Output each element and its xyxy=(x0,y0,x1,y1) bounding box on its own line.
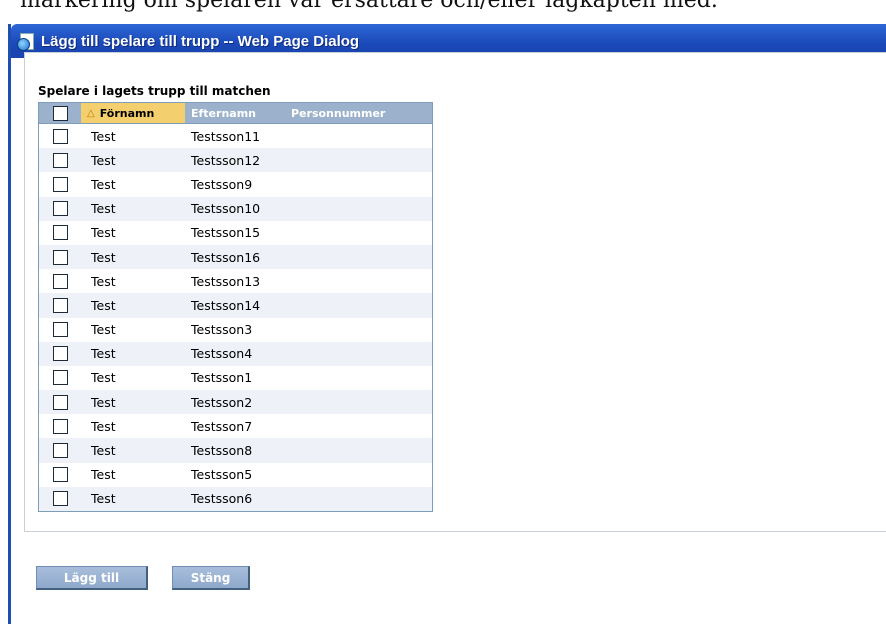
row-checkbox-cell xyxy=(39,418,81,434)
first-name-cell: Test xyxy=(91,443,116,459)
first-name-cell: Test xyxy=(91,346,116,362)
first-name-cell: Test xyxy=(91,225,116,241)
table-row[interactable]: Test Testsson6 xyxy=(39,486,432,511)
row-checkbox-cell xyxy=(39,467,81,483)
first-name-cell: Test xyxy=(91,249,116,265)
column-label-last-name: Efternamn xyxy=(191,106,256,120)
table-row[interactable]: Test Testsson3 xyxy=(39,318,432,342)
table-row[interactable]: Test Testsson15 xyxy=(39,221,432,245)
table-row[interactable]: Test Testsson13 xyxy=(39,269,432,293)
row-checkbox[interactable] xyxy=(52,370,68,386)
table-row[interactable]: Test Testsson16 xyxy=(39,244,432,270)
select-all-checkbox[interactable] xyxy=(52,105,68,121)
document-text: markering om spelaren var ersättare och/… xyxy=(20,0,718,13)
row-checkbox[interactable] xyxy=(52,491,68,507)
last-name-cell: Testsson4 xyxy=(191,346,253,362)
grid-header: △ Förnamn Efternamn Personnummer xyxy=(39,103,432,124)
table-row[interactable]: Test Testsson5 xyxy=(39,463,432,487)
row-checkbox[interactable] xyxy=(52,273,68,289)
row-checkbox[interactable] xyxy=(52,152,68,168)
table-row[interactable]: Test Testsson4 xyxy=(39,341,432,366)
row-checkbox[interactable] xyxy=(52,467,68,483)
first-name-cell: Test xyxy=(91,273,116,289)
table-row[interactable]: Test Testsson11 xyxy=(39,124,432,148)
column-header-last-name[interactable]: Efternamn xyxy=(185,103,287,123)
first-name-cell: Test xyxy=(91,394,116,410)
table-row[interactable]: Test Testsson7 xyxy=(39,414,432,438)
first-name-cell: Test xyxy=(91,370,116,386)
section-label: Spelare i lagets trupp till matchen xyxy=(38,84,271,98)
column-label-first-name: Förnamn xyxy=(99,106,155,120)
row-checkbox-cell xyxy=(39,201,81,217)
row-checkbox-cell xyxy=(39,225,81,241)
column-header-personnummer[interactable]: Personnummer xyxy=(287,103,432,123)
row-checkbox-cell xyxy=(39,394,81,410)
last-name-cell: Testsson2 xyxy=(191,394,253,410)
table-row[interactable]: Test Testsson14 xyxy=(39,293,432,318)
row-checkbox-cell xyxy=(39,443,81,459)
row-checkbox[interactable] xyxy=(52,201,68,217)
row-checkbox[interactable] xyxy=(52,394,68,410)
column-header-first-name[interactable]: △ Förnamn xyxy=(81,103,185,123)
row-checkbox-cell xyxy=(39,128,81,144)
row-checkbox[interactable] xyxy=(52,322,68,338)
first-name-cell: Test xyxy=(91,201,116,217)
row-checkbox-cell xyxy=(39,346,81,362)
last-name-cell: Testsson3 xyxy=(191,322,253,338)
row-checkbox-cell xyxy=(39,273,81,289)
last-name-cell: Testsson12 xyxy=(191,152,261,168)
grid-body: Test Testsson11 Test Testsson12 Test Testsson… xyxy=(39,124,432,511)
table-row[interactable]: Test Testsson8 xyxy=(39,438,432,463)
row-checkbox-cell xyxy=(39,249,81,265)
last-name-cell: Testsson7 xyxy=(191,418,253,434)
add-button[interactable]: Lägg till xyxy=(36,566,148,590)
last-name-cell: Testsson13 xyxy=(191,273,261,289)
last-name-cell: Testsson10 xyxy=(191,201,261,217)
table-row[interactable]: Test Testsson10 xyxy=(39,196,432,221)
row-checkbox-cell xyxy=(39,370,81,386)
table-row[interactable]: Test Testsson1 xyxy=(39,366,432,390)
first-name-cell: Test xyxy=(91,152,116,168)
row-checkbox[interactable] xyxy=(52,418,68,434)
row-checkbox[interactable] xyxy=(52,346,68,362)
window-title: Lägg till spelare till trupp -- Web Page… xyxy=(41,32,360,50)
row-checkbox-cell xyxy=(39,322,81,338)
last-name-cell: Testsson1 xyxy=(191,370,253,386)
last-name-cell: Testsson8 xyxy=(191,443,253,459)
last-name-cell: Testsson14 xyxy=(191,297,261,313)
last-name-cell: Testsson9 xyxy=(191,176,253,192)
table-row[interactable]: Test Testsson12 xyxy=(39,148,432,173)
last-name-cell: Testsson11 xyxy=(191,128,261,144)
table-row[interactable]: Test Testsson2 xyxy=(39,390,432,415)
row-checkbox-cell xyxy=(39,297,81,313)
row-checkbox-cell xyxy=(39,152,81,168)
last-name-cell: Testsson6 xyxy=(191,491,253,507)
row-checkbox[interactable] xyxy=(52,249,68,265)
web-page-icon xyxy=(17,33,35,51)
first-name-cell: Test xyxy=(91,128,116,144)
first-name-cell: Test xyxy=(91,176,116,192)
last-name-cell: Testsson5 xyxy=(191,467,253,483)
column-label-personnummer: Personnummer xyxy=(291,106,386,120)
first-name-cell: Test xyxy=(91,418,116,434)
row-checkbox[interactable] xyxy=(52,297,68,313)
row-checkbox[interactable] xyxy=(52,443,68,459)
table-row[interactable]: Test Testsson9 xyxy=(39,172,432,196)
row-checkbox[interactable] xyxy=(52,128,68,144)
sort-ascending-icon: △ xyxy=(87,107,95,119)
row-checkbox-cell xyxy=(39,176,81,192)
close-button[interactable]: Stäng xyxy=(172,566,250,590)
row-checkbox[interactable] xyxy=(52,176,68,192)
select-all-cell xyxy=(39,103,81,123)
first-name-cell: Test xyxy=(91,467,116,483)
last-name-cell: Testsson16 xyxy=(191,249,261,265)
players-grid: △ Förnamn Efternamn Personnummer Test Tes… xyxy=(38,102,433,512)
row-checkbox[interactable] xyxy=(52,225,68,241)
row-checkbox-cell xyxy=(39,491,81,507)
first-name-cell: Test xyxy=(91,491,116,507)
first-name-cell: Test xyxy=(91,297,116,313)
first-name-cell: Test xyxy=(91,322,116,338)
last-name-cell: Testsson15 xyxy=(191,225,261,241)
